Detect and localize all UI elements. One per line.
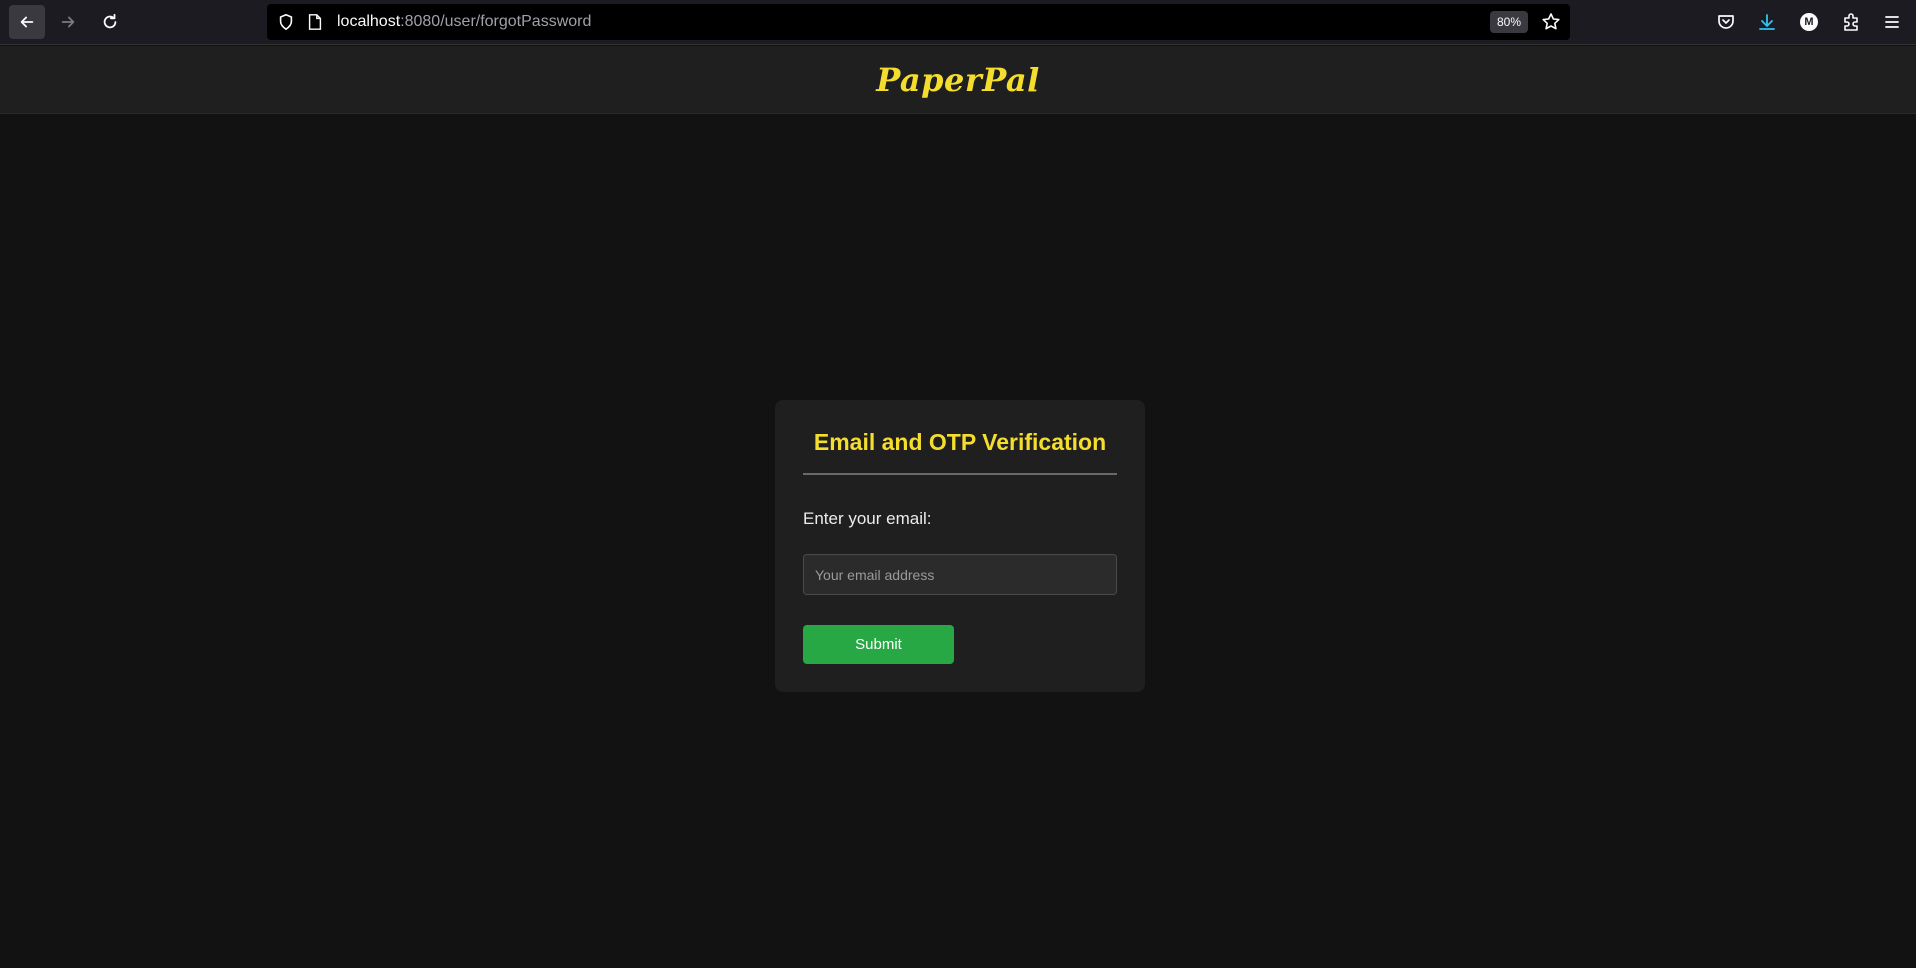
hamburger-menu-icon bbox=[1885, 16, 1899, 28]
browser-toolbar: localhost:8080/user/forgotPassword 80% M bbox=[0, 0, 1916, 45]
url-path: :8080/user/forgotPassword bbox=[400, 13, 592, 30]
pocket-button[interactable] bbox=[1714, 10, 1738, 34]
zoom-level-badge[interactable]: 80% bbox=[1489, 11, 1528, 33]
address-bar[interactable]: localhost:8080/user/forgotPassword 80% bbox=[267, 4, 1570, 40]
downloads-button[interactable] bbox=[1755, 10, 1779, 34]
reload-button[interactable] bbox=[92, 5, 128, 39]
shield-icon[interactable] bbox=[277, 13, 295, 31]
back-arrow-icon bbox=[20, 16, 34, 28]
url-text[interactable]: localhost:8080/user/forgotPassword bbox=[337, 13, 591, 31]
email-label: Enter your email: bbox=[803, 509, 932, 528]
brand-logo[interactable]: PaperPal bbox=[876, 61, 1040, 99]
pocket-icon bbox=[1718, 15, 1734, 29]
reload-icon bbox=[103, 13, 117, 29]
url-host: localhost bbox=[337, 13, 401, 30]
forward-arrow-icon bbox=[61, 16, 75, 28]
email-input[interactable] bbox=[803, 554, 1117, 595]
download-icon bbox=[1759, 14, 1775, 30]
extensions-button[interactable] bbox=[1839, 10, 1863, 34]
avatar: M bbox=[1800, 13, 1818, 31]
puzzle-icon bbox=[1844, 13, 1858, 31]
account-button[interactable]: M bbox=[1797, 10, 1821, 34]
divider bbox=[803, 473, 1117, 475]
verification-card: Email and OTP Verification Enter your em… bbox=[775, 400, 1145, 692]
page-icon[interactable] bbox=[307, 13, 323, 31]
forward-button[interactable] bbox=[50, 5, 86, 39]
submit-button[interactable]: Submit bbox=[803, 625, 954, 664]
card-title: Email and OTP Verification bbox=[813, 429, 1107, 455]
back-button[interactable] bbox=[9, 5, 45, 39]
site-header: PaperPal bbox=[0, 46, 1916, 114]
star-icon[interactable] bbox=[1541, 12, 1561, 32]
app-menu-button[interactable] bbox=[1880, 10, 1904, 34]
